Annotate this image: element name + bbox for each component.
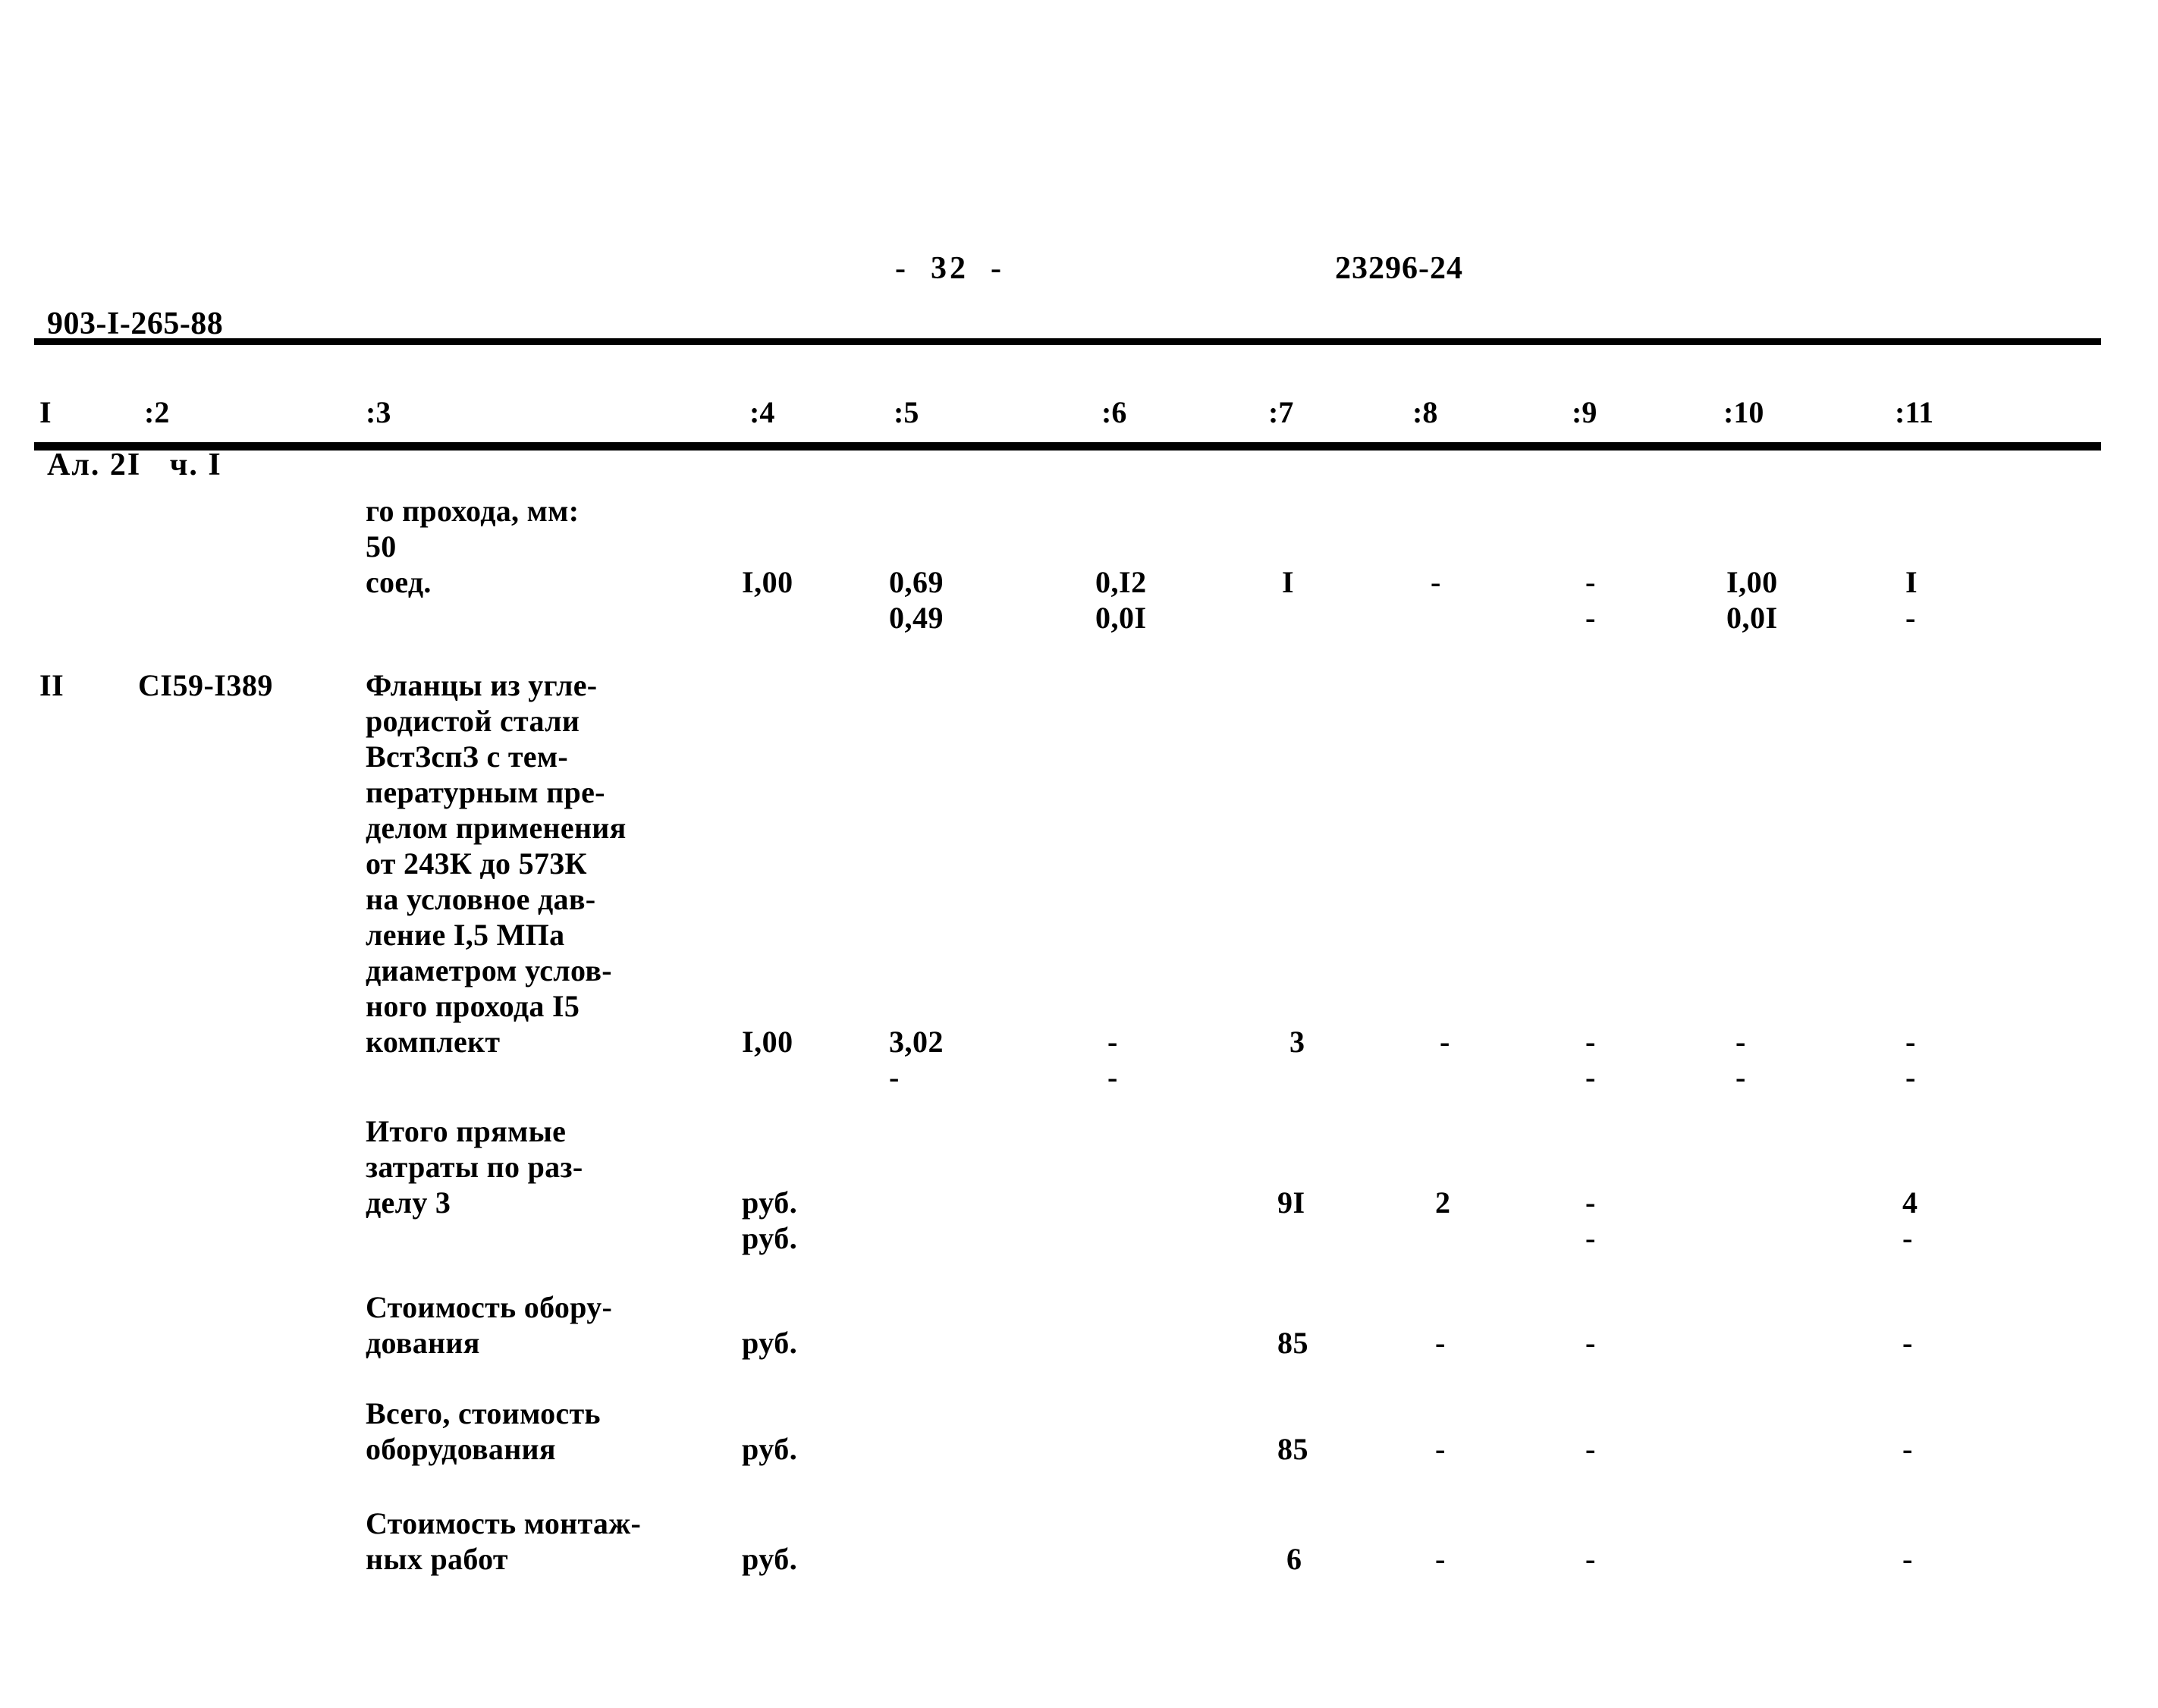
table-row-cell-c8: - <box>1435 1542 1446 1576</box>
table-row-cell-description: Фланцы из угле- родистой стали ВстЗспЗ с… <box>366 668 627 1059</box>
table-row-cell-c7: 6 <box>1286 1542 1302 1576</box>
table-row-cell-c5: 3,02 - <box>889 1025 944 1094</box>
table-row-cell-c4: руб. <box>742 1432 798 1466</box>
table-row-cell-c4: I,00 <box>742 565 793 599</box>
sheet-code: 23296-24 <box>1335 251 1463 286</box>
table-row-cell-c9: - - <box>1585 565 1596 635</box>
table-row-cell-c7: 85 <box>1277 1326 1308 1360</box>
table-row-cell-c11: - <box>1902 1432 1913 1466</box>
document-header: 903-I-265-88 Ал. 2I ч. I <box>47 206 223 582</box>
table-row-cell-description: Всего, стоимость оборудования <box>366 1396 601 1466</box>
table-row-cell-c11: I - <box>1905 565 1918 635</box>
column-header-1: I <box>39 395 52 429</box>
table-row-cell-c11: - - <box>1905 1025 1916 1094</box>
page-number: - 32 - <box>895 251 1004 286</box>
table-row-cell-c4: руб. <box>742 1542 798 1576</box>
table-row-cell-c4: руб. <box>742 1326 798 1360</box>
table-row-cell-c8: - <box>1435 1326 1446 1360</box>
scanned-document-page: 903-I-265-88 Ал. 2I ч. I - 32 - 23296-24… <box>0 0 2158 1708</box>
column-header-6: :6 <box>1101 395 1127 429</box>
table-row-cell-c5: 0,69 0,49 <box>889 565 944 635</box>
column-header-10: :10 <box>1723 395 1764 429</box>
column-header-4: :4 <box>749 395 775 429</box>
table-row-cell-c2: CI59-I389 <box>138 668 273 702</box>
column-header-8: :8 <box>1412 395 1438 429</box>
table-row-cell-c9: - <box>1585 1326 1596 1360</box>
table-row-cell-c1: II <box>39 668 64 702</box>
table-row-cell-c7: I <box>1282 565 1295 599</box>
table-row-cell-c10: I,00 0,0I <box>1726 565 1778 635</box>
table-row-cell-c7: 9I <box>1277 1185 1305 1220</box>
table-row-cell-c8: - <box>1431 565 1441 599</box>
table-row-cell-c4: руб. руб. <box>742 1185 798 1255</box>
column-header-7: :7 <box>1268 395 1294 429</box>
table-row-cell-c7: 3 <box>1289 1025 1305 1059</box>
column-header-11: :11 <box>1895 395 1934 429</box>
table-row-cell-c4: I,00 <box>742 1025 793 1059</box>
table-row-cell-c6: - - <box>1107 1025 1118 1094</box>
table-row-cell-c9: - <box>1585 1432 1596 1466</box>
table-row-cell-c6: 0,I2 0,0I <box>1095 565 1147 635</box>
table-row-cell-c7: 85 <box>1277 1432 1308 1466</box>
table-row-cell-description: Итого прямые затраты по раз- делу 3 <box>366 1114 583 1220</box>
column-header-3: :3 <box>366 395 391 429</box>
table-row-cell-c11: - <box>1902 1326 1913 1360</box>
table-row-cell-c9: - <box>1585 1542 1596 1576</box>
table-row-cell-c11: 4 - <box>1902 1185 1918 1255</box>
table-row-cell-c8: - <box>1435 1432 1446 1466</box>
column-header-5: :5 <box>894 395 919 429</box>
table-row-cell-description: Стоимость монтаж- ных работ <box>366 1506 642 1576</box>
column-header-2: :2 <box>144 395 170 429</box>
table-top-rule <box>34 338 2101 345</box>
table-row-cell-c9: - - <box>1585 1185 1596 1255</box>
table-row-cell-c8: - <box>1440 1025 1450 1059</box>
table-row-cell-c11: - <box>1902 1542 1913 1576</box>
column-header-9: :9 <box>1572 395 1597 429</box>
table-row-cell-description: Стоимость обору- дования <box>366 1290 613 1360</box>
table-row-cell-c8: 2 <box>1435 1185 1451 1220</box>
table-header-bottom-rule <box>34 442 2101 451</box>
table-row-cell-c10: - - <box>1736 1025 1746 1094</box>
table-row-cell-description: го прохода, мм: 50 соед. <box>366 494 580 599</box>
table-row-cell-c9: - - <box>1585 1025 1596 1094</box>
